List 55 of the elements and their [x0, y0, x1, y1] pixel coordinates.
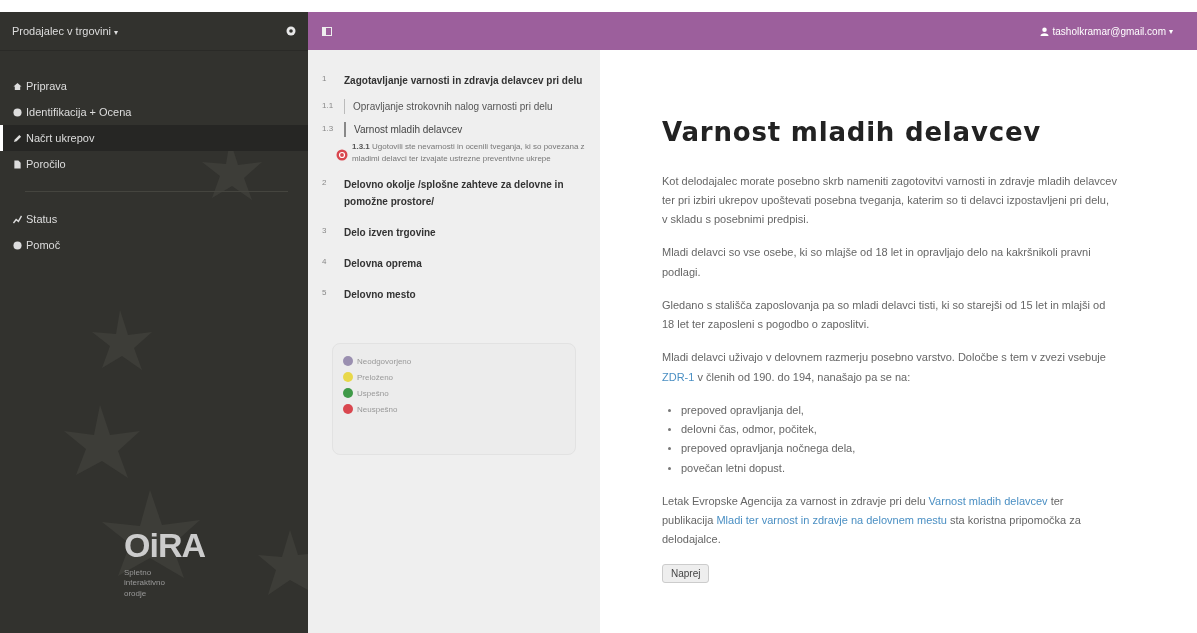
legend-label: Uspešno: [357, 388, 389, 398]
document-icon: [13, 159, 22, 169]
nav-item[interactable]: Identifikacija + Ocena: [0, 99, 308, 125]
next-button[interactable]: Naprej: [662, 563, 710, 583]
nav-item[interactable]: Priprava: [0, 73, 308, 99]
paragraph: Mladi delavci so vse osebe, ki so mlajše od 18 let in opravljajo delo na kakršnikoli pravni podlagi.: [662, 245, 1092, 280]
module-number: 1: [322, 73, 328, 85]
module-number: 4: [322, 256, 328, 269]
chart-line-icon: [13, 214, 22, 224]
bullet-icon: [668, 447, 671, 451]
nav-item[interactable]: Pomoč: [0, 232, 308, 258]
legend-label: Preloženo: [357, 372, 394, 382]
legend-label: Neodgovorjeno: [357, 356, 412, 366]
module-number: 1.1: [322, 100, 335, 112]
module-number: 5: [322, 287, 328, 300]
bullet-icon: [668, 408, 671, 412]
module-link[interactable]: Delovno mesto: [344, 286, 416, 304]
link[interactable]: ZDR-1: [662, 370, 695, 383]
paragraph: Gledano s stališča zaposlovanja pa so mladi delavci tisti, ki so starejši od 15 let in mlajši od 18 let ter zaposleni s pogodbo o zaposlitvi.: [662, 297, 1107, 332]
nav-item[interactable]: Status: [0, 206, 308, 232]
paragraph: Mladi delavci uživajo v delovnem razmerju posebno varstvo. Določbe s tem v zvezi vsebuje ZDR-1 v členih od 190. do 194, nanašajo pa se na:: [662, 350, 1107, 385]
risk-link[interactable]: 1.3.1 Ugotovili ste nevarnosti in ocenili tveganja, ki so povezana z mladimi delavci ter izvajate ustrezne preventivne ukrepe: [352, 141, 588, 165]
logo-subtitle: Spletno interaktivno orodje: [124, 567, 166, 599]
logo: OiRA: [124, 527, 205, 562]
bullet-icon: [668, 466, 671, 470]
circle-icon: [13, 107, 22, 117]
legend-label: Neuspešno: [357, 404, 398, 414]
module-link[interactable]: Delo izven trgovine: [344, 224, 436, 242]
nav-item[interactable]: Poročilo: [0, 151, 308, 177]
submodule-link[interactable]: Opravljanje strokovnih nalog varnosti pri delu: [344, 99, 553, 114]
user-menu[interactable]: tasholkramar@gmail.com ▾: [1040, 25, 1173, 37]
link[interactable]: Mladi ter varnost in zdravje na delovnem mestu: [716, 514, 947, 526]
settings-icon[interactable]: [286, 26, 296, 36]
list-item: prepoved opravljanja nočnega dela,: [681, 441, 856, 457]
module-number: 3: [322, 225, 328, 238]
bullet-icon: [668, 428, 671, 432]
nav-item[interactable]: Načrt ukrepov: [0, 125, 308, 151]
list-item: povečan letni dopust.: [681, 460, 785, 476]
paragraph: Letak Evropske Agencija za varnost in zdravje pri delu Varnost mladih delavcev ter publikacija Mladi ter varnost in zdravje na delovnem mestu sta koristna pripomočka za delodajalce.: [662, 493, 1082, 548]
sidebar-toggle-icon[interactable]: [322, 26, 332, 36]
list-item: prepoved opravljanja del,: [681, 402, 804, 418]
link[interactable]: Varnost mladih delavcev: [928, 494, 1048, 507]
module-number: 1.3: [322, 123, 335, 135]
module-number: 2: [322, 177, 328, 190]
page-title: Varnost mladih delavcev: [662, 116, 1043, 149]
module-link[interactable]: Delovno okolje /splošne zahteve za delovne in pomožne prostore/: [344, 176, 588, 211]
module-link[interactable]: Delovna oprema: [344, 255, 422, 273]
list-item: delovni čas, odmor, počitek,: [681, 422, 817, 437]
module-link[interactable]: Zagotavljanje varnosti in zdravja delavcev pri delu: [344, 72, 583, 89]
pencil-icon: [13, 133, 22, 143]
submodule-link[interactable]: Varnost mladih delavcev: [344, 122, 463, 137]
paragraph: Kot delodajalec morate posebno skrb nameniti zagotovitvi varnosti in zdravje mladih delavcev ter pri izbiri ukrepov upoštevati posebna tveganja, katerim so ti delavci izpostavljeni pri delu, v skladu s posebnimi predpisi.: [662, 173, 1117, 227]
user-icon: [1040, 26, 1050, 36]
survey-selector[interactable]: Prodajalec v trgovini ▾: [12, 25, 119, 37]
home-icon: [13, 81, 22, 91]
